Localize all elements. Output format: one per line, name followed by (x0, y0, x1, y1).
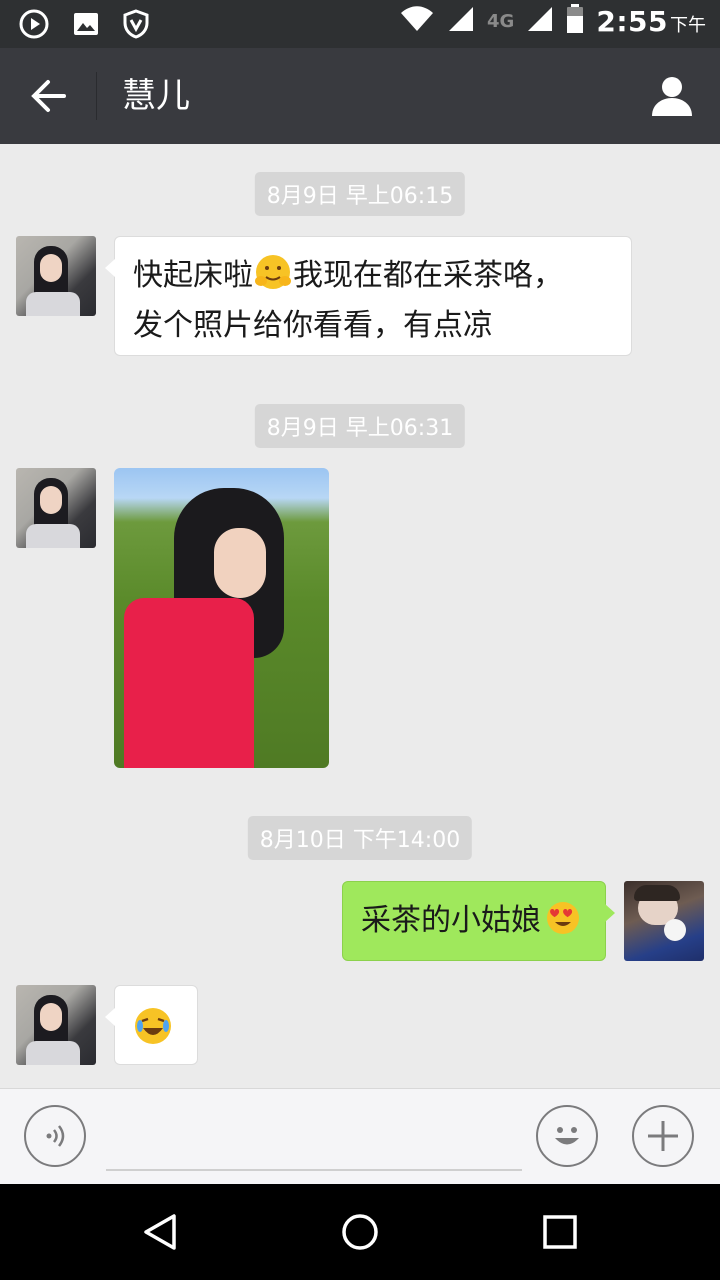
more-options-button[interactable] (632, 1105, 694, 1167)
nav-recents-button[interactable] (540, 1212, 580, 1252)
voice-icon (46, 1125, 65, 1147)
message-input[interactable] (106, 1109, 522, 1171)
network-type: 4G (487, 10, 515, 32)
wifi-icon (399, 5, 435, 37)
message-text: 采茶的小姑娘 (361, 903, 541, 938)
back-button[interactable] (28, 76, 68, 116)
image-icon (72, 10, 100, 42)
contact-profile-icon (652, 77, 692, 116)
chat-messages[interactable]: 8月9日 早上06:15 快起床啦 我现在都在采茶咯， 发个照片给你看看，有点凉… (0, 144, 720, 1088)
status-bar: 4G 2:55 下午 (0, 0, 720, 48)
smiley-icon (555, 1127, 579, 1145)
message-timestamp: 8月9日 早上06:31 (254, 404, 466, 448)
incoming-emoji-message[interactable] (105, 985, 198, 1065)
emoji-button[interactable] (536, 1105, 598, 1167)
clock-suffix: 下午 (670, 14, 706, 36)
contact-info-button[interactable] (650, 74, 694, 118)
signal-icon (447, 5, 475, 37)
incoming-image-message[interactable] (114, 468, 329, 768)
incoming-text-message[interactable]: 快起床啦 我现在都在采茶咯， 发个照片给你看看，有点凉 (105, 236, 632, 356)
message-text: 快起床啦 (133, 258, 253, 293)
nav-home-icon (342, 1214, 378, 1250)
header-divider (96, 72, 97, 120)
contact-avatar[interactable] (16, 468, 96, 548)
voice-button[interactable] (24, 1105, 86, 1167)
message-text-line2: 发个照片给你看看，有点凉 (133, 308, 493, 343)
system-navigation-bar (0, 1184, 720, 1280)
photo-figure-shirt (124, 598, 254, 768)
chat-title: 慧儿 (122, 76, 190, 116)
nav-back-icon (144, 1214, 176, 1250)
message-text-continued: 我现在都在采茶咯， (293, 258, 563, 293)
battery-icon (566, 4, 584, 38)
signal-icon-2 (526, 5, 554, 37)
nav-home-button[interactable] (340, 1212, 380, 1252)
contact-avatar[interactable] (16, 236, 96, 316)
plus-icon (648, 1121, 678, 1151)
chat-header: 慧儿 (0, 48, 720, 144)
my-avatar[interactable] (624, 881, 704, 961)
message-timestamp: 8月9日 早上06:15 (254, 172, 466, 216)
chat-input-bar (0, 1088, 720, 1185)
nav-back-button[interactable] (140, 1212, 180, 1252)
play-store-icon (18, 8, 50, 44)
clock-time: 2:55 (596, 4, 668, 38)
back-arrow-icon (31, 80, 66, 112)
heart-eyes-emoji-icon (545, 900, 581, 949)
contact-avatar[interactable] (16, 985, 96, 1065)
laugh-cry-emoji-icon (133, 1006, 173, 1059)
photo-figure-face (214, 528, 266, 598)
outgoing-text-message[interactable]: 采茶的小姑娘 (342, 881, 615, 961)
nav-recents-icon (543, 1215, 577, 1249)
shield-icon (122, 9, 150, 43)
message-timestamp: 8月10日 下午14:00 (247, 816, 473, 860)
hug-emoji-icon (253, 253, 293, 304)
